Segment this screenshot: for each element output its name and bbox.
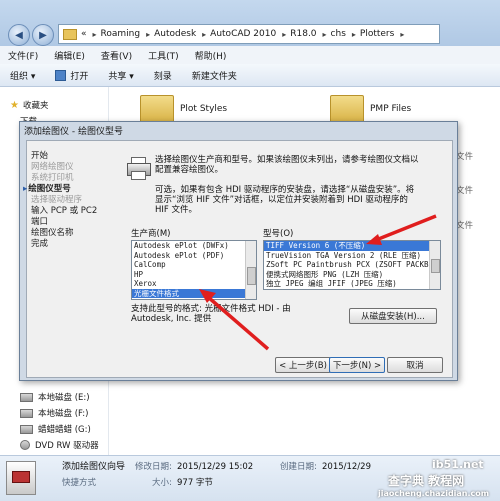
annotation-arrow-manufacturer — [199, 289, 270, 351]
annotation-arrow-model — [366, 214, 437, 245]
annotation-arrows — [199, 214, 437, 351]
